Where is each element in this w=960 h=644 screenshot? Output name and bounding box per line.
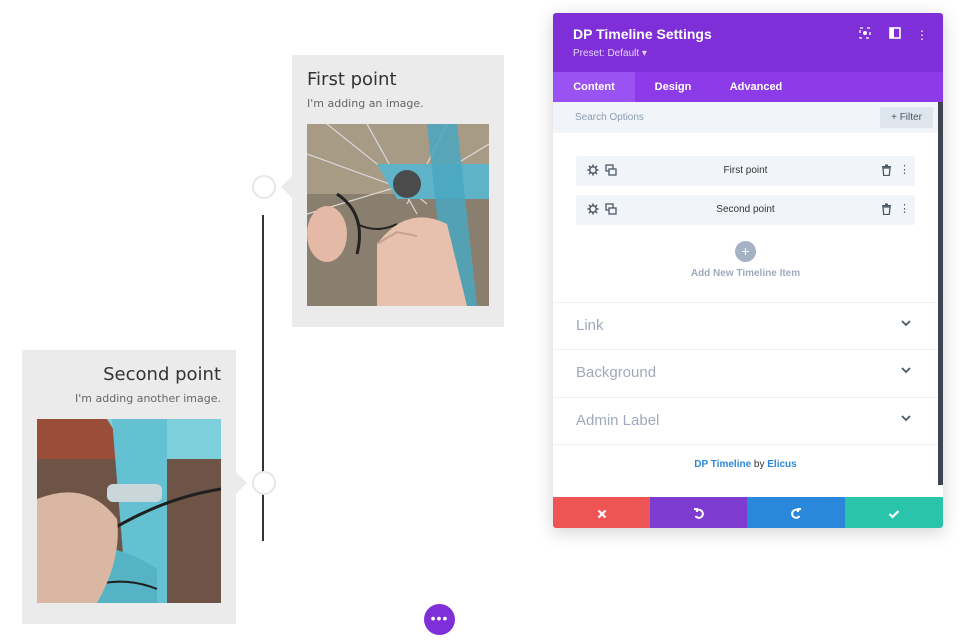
split-view-icon[interactable] bbox=[887, 27, 903, 43]
check-icon bbox=[888, 509, 900, 519]
module-item[interactable]: First point ⋮ bbox=[576, 156, 915, 186]
duplicate-icon[interactable] bbox=[604, 203, 617, 216]
trash-icon[interactable] bbox=[880, 164, 893, 177]
duplicate-icon[interactable] bbox=[604, 164, 617, 177]
panel-tabs: Content Design Advanced bbox=[553, 72, 943, 102]
credit-by: by bbox=[753, 459, 765, 470]
gear-icon[interactable] bbox=[586, 164, 599, 177]
section-background[interactable]: Background bbox=[553, 349, 938, 396]
timeline-dot bbox=[252, 471, 276, 495]
timeline-card-text: I'm adding an image. bbox=[307, 97, 424, 110]
panel-header: DP Timeline Settings Preset: Default ▾ ⋮ bbox=[553, 13, 943, 72]
trash-icon[interactable] bbox=[880, 203, 893, 216]
undo-icon bbox=[693, 507, 704, 519]
scrollbar[interactable] bbox=[938, 102, 943, 485]
section-link[interactable]: Link bbox=[553, 302, 938, 349]
search-bar: + Filter bbox=[553, 102, 938, 133]
gear-icon[interactable] bbox=[586, 203, 599, 216]
panel-title: DP Timeline Settings bbox=[573, 26, 712, 42]
settings-panel: DP Timeline Settings Preset: Default ▾ ⋮… bbox=[553, 13, 943, 528]
module-item-label: Second point bbox=[716, 204, 775, 215]
tab-content[interactable]: Content bbox=[553, 72, 635, 102]
author-link[interactable]: Elicus bbox=[767, 459, 796, 470]
kebab-menu-icon[interactable]: ⋮ bbox=[898, 164, 911, 177]
chevron-down-icon bbox=[900, 366, 912, 378]
focus-icon[interactable] bbox=[857, 27, 873, 43]
bicycle-brake-photo bbox=[307, 124, 489, 306]
section-admin-label[interactable]: Admin Label bbox=[553, 397, 938, 444]
module-item-label: First point bbox=[723, 165, 768, 176]
section-label: Admin Label bbox=[576, 412, 660, 429]
section-label: Background bbox=[576, 364, 657, 381]
timeline-dot bbox=[252, 175, 276, 199]
bicycle-frame-photo bbox=[37, 419, 221, 603]
timeline-card-title: Second point bbox=[103, 364, 221, 385]
module-link[interactable]: DP Timeline bbox=[694, 459, 751, 470]
redo-button[interactable] bbox=[747, 497, 845, 528]
save-button[interactable] bbox=[845, 497, 943, 528]
module-item[interactable]: Second point ⋮ bbox=[576, 195, 915, 225]
tab-advanced[interactable]: Advanced bbox=[711, 72, 801, 102]
timeline-card-arrow bbox=[236, 472, 247, 494]
section-divider bbox=[553, 444, 938, 445]
preset-selector[interactable]: Preset: Default ▾ bbox=[573, 48, 647, 59]
undo-button[interactable] bbox=[650, 497, 747, 528]
redo-icon bbox=[791, 507, 801, 519]
timeline-card-title: First point bbox=[307, 69, 397, 90]
filter-button[interactable]: + Filter bbox=[880, 107, 933, 128]
chevron-down-icon bbox=[900, 319, 912, 331]
search-input[interactable] bbox=[565, 106, 865, 128]
close-icon bbox=[597, 509, 606, 518]
kebab-menu-icon[interactable]: ⋮ bbox=[898, 203, 911, 216]
plugin-credit: DP Timeline by Elicus bbox=[553, 459, 938, 470]
timeline-card-arrow bbox=[281, 176, 292, 198]
add-item-button[interactable]: + bbox=[735, 241, 756, 262]
kebab-menu-icon[interactable]: ⋮ bbox=[914, 27, 930, 43]
add-item-label[interactable]: Add New Timeline Item bbox=[553, 268, 938, 279]
cancel-button[interactable] bbox=[553, 497, 650, 528]
more-options-button[interactable]: ••• bbox=[424, 604, 455, 635]
section-label: Link bbox=[576, 317, 604, 334]
tab-design[interactable]: Design bbox=[635, 72, 711, 102]
timeline-card-text: I'm adding another image. bbox=[75, 392, 221, 405]
chevron-down-icon bbox=[900, 414, 912, 426]
